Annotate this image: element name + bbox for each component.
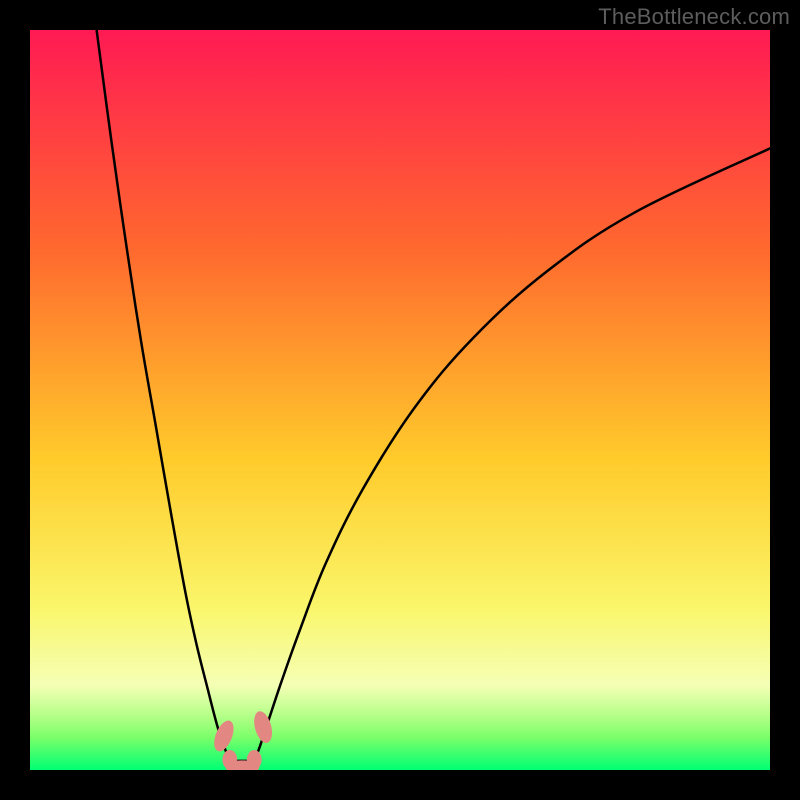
- app-frame: TheBottleneck.com: [0, 0, 800, 800]
- chart-svg: [30, 30, 770, 770]
- watermark-text: TheBottleneck.com: [598, 4, 790, 30]
- chart-plot-area: [30, 30, 770, 770]
- chart-background: [30, 30, 770, 770]
